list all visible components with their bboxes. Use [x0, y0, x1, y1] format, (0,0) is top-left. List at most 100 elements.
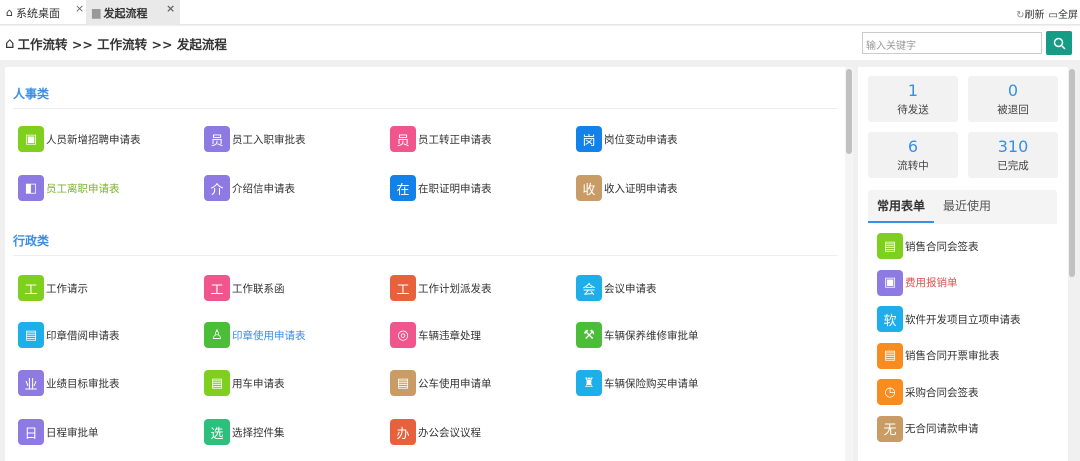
section-title: 人事类 — [13, 87, 50, 101]
home-icon: ⌂ — [5, 34, 15, 52]
process-item[interactable]: 工工作联系函 — [204, 275, 285, 301]
process-item[interactable]: 员员工入职审批表 — [204, 126, 306, 152]
process-item[interactable]: ♜ 车辆保险购买申请单 — [576, 370, 699, 396]
form-icon: ⚒ — [576, 322, 602, 348]
search-button[interactable] — [1046, 31, 1072, 55]
form-icon: ▤ — [877, 233, 903, 259]
process-item[interactable]: ◎ 车辆违章处理 — [390, 322, 481, 348]
fullscreen-button[interactable]: ▭全屏 — [1049, 6, 1078, 21]
tab-start-process[interactable]: ▆ 发起流程 × — [86, 0, 180, 25]
process-label: 印章使用申请表 — [232, 329, 306, 342]
process-item[interactable]: ◧ 员工离职申请表 — [18, 175, 120, 201]
refresh-icon: ↻ — [1016, 10, 1025, 21]
process-item[interactable]: 收收入证明申请表 — [576, 175, 678, 201]
process-item[interactable]: 工工作计划派发表 — [390, 275, 492, 301]
form-icon: 收 — [576, 175, 602, 201]
search-input[interactable]: 输入关键字 — [862, 32, 1042, 54]
close-icon[interactable]: × — [166, 2, 175, 15]
process-label: 工作请示 — [46, 282, 88, 295]
stat-card[interactable]: 0 被退回 — [968, 76, 1058, 122]
tab-bar: ⌂ 系统桌面 × ▆ 发起流程 × ↻刷新 ▭全屏 — [0, 0, 1080, 25]
process-item[interactable]: 业业绩目标审批表 — [18, 370, 120, 396]
process-label: 员工离职申请表 — [46, 182, 120, 195]
process-label: 用车申请表 — [232, 377, 285, 390]
favorite-item[interactable]: ▤ 销售合同开票审批表 — [877, 342, 1000, 369]
process-item[interactable]: ▤ 印章借阅申请表 — [18, 322, 120, 348]
stat-card[interactable]: 310 已完成 — [968, 132, 1058, 178]
favorite-label: 采购合同会签表 — [905, 386, 979, 399]
favorite-item[interactable]: ▣ 费用报销单 — [877, 269, 958, 296]
process-item[interactable]: 日日程审批单 — [18, 419, 99, 445]
process-label: 人员新增招聘申请表 — [46, 133, 141, 146]
stat-value: 310 — [997, 137, 1029, 156]
process-label: 公车使用申请单 — [418, 377, 492, 390]
process-item[interactable]: 员员工转正申请表 — [390, 126, 492, 152]
process-label: 收入证明申请表 — [604, 182, 678, 195]
process-label: 员工入职审批表 — [232, 133, 306, 146]
process-label: 岗位变动申请表 — [604, 133, 678, 146]
favorite-item[interactable]: ▤ 销售合同会签表 — [877, 233, 979, 259]
form-icon: 工 — [18, 275, 44, 301]
favorite-label: 无合同请款申请 — [905, 423, 979, 435]
tab-common-forms[interactable]: 常用表单 — [868, 190, 935, 223]
refresh-button[interactable]: ↻刷新 — [1016, 6, 1044, 21]
process-item[interactable]: 岗岗位变动申请表 — [576, 126, 678, 152]
form-icon: 岗 — [576, 126, 602, 152]
process-label: 在职证明申请表 — [418, 182, 492, 195]
process-label: 车辆保养维修审批单 — [604, 329, 699, 342]
form-icon: 业 — [18, 370, 44, 396]
tab-desktop[interactable]: ⌂ 系统桌面 × — [0, 0, 86, 25]
favorite-item[interactable]: 软软件开发项目立项申请表 — [877, 306, 1021, 332]
process-item[interactable]: 在在职证明申请表 — [390, 175, 492, 201]
process-label: 介绍信申请表 — [232, 182, 295, 195]
process-label: 印章借阅申请表 — [46, 329, 120, 342]
search-icon — [1053, 37, 1066, 50]
process-label: 日程审批单 — [46, 426, 99, 439]
document-icon: ▆ — [92, 6, 101, 19]
tab-label: 系统桌面 — [15, 6, 60, 20]
divider — [13, 108, 837, 109]
favorite-label: 销售合同会签表 — [905, 240, 979, 253]
stat-card[interactable]: 6 流转中 — [868, 132, 958, 178]
process-item[interactable]: 会会议申请表 — [576, 275, 657, 301]
form-icon: ♜ — [576, 370, 602, 396]
stat-label: 待发送 — [897, 104, 929, 116]
process-item[interactable]: ▣ 人员新增招聘申请表 — [18, 126, 141, 152]
process-item[interactable]: ▤ 用车申请表 — [204, 370, 285, 396]
form-icon: ▤ — [18, 322, 44, 348]
process-item[interactable]: ♙ 印章使用申请表 — [204, 322, 306, 348]
breadcrumb-text: 工作流转 >> 工作流转 >> 发起流程 — [17, 36, 227, 52]
form-icon: 办 — [390, 419, 416, 445]
form-icon: ▤ — [204, 370, 230, 396]
favorite-item[interactable]: ◷ 采购合同会签表 — [877, 379, 979, 405]
close-icon[interactable]: × — [75, 2, 84, 15]
stat-label: 已完成 — [997, 160, 1029, 172]
stat-value: 1 — [907, 81, 919, 100]
process-item[interactable]: 介介绍信申请表 — [204, 175, 295, 201]
form-icon: ◎ — [390, 322, 416, 348]
process-item[interactable]: 工工作请示 — [18, 275, 88, 301]
process-item[interactable]: 办办公会议议程 — [390, 419, 481, 445]
process-label: 车辆违章处理 — [418, 329, 481, 342]
divider — [13, 255, 837, 256]
process-item[interactable]: 选选择控件集 — [204, 419, 285, 445]
form-icon: ♙ — [204, 322, 230, 348]
home-icon: ⌂ — [6, 6, 13, 19]
process-label: 工作联系函 — [232, 282, 285, 295]
form-icon: ▣ — [877, 269, 903, 296]
form-icon: 工 — [390, 275, 416, 301]
favorite-item[interactable]: 无无合同请款申请 — [877, 415, 979, 442]
form-icon: 无 — [877, 415, 903, 442]
tab-recent[interactable]: 最近使用 — [934, 190, 1000, 223]
stat-card[interactable]: 1 待发送 — [868, 76, 958, 122]
form-icon: ▤ — [877, 342, 903, 369]
form-icon: 会 — [576, 275, 602, 301]
process-item[interactable]: ⚒ 车辆保养维修审批单 — [576, 322, 699, 348]
scrollbar[interactable] — [845, 67, 853, 461]
favorite-label: 销售合同开票审批表 — [905, 350, 1000, 362]
form-icon: 工 — [204, 275, 230, 301]
process-item[interactable]: ▤ 公车使用申请单 — [390, 370, 492, 396]
process-label: 选择控件集 — [232, 426, 285, 439]
form-icon: 员 — [390, 126, 416, 152]
scrollbar[interactable] — [1068, 67, 1076, 461]
